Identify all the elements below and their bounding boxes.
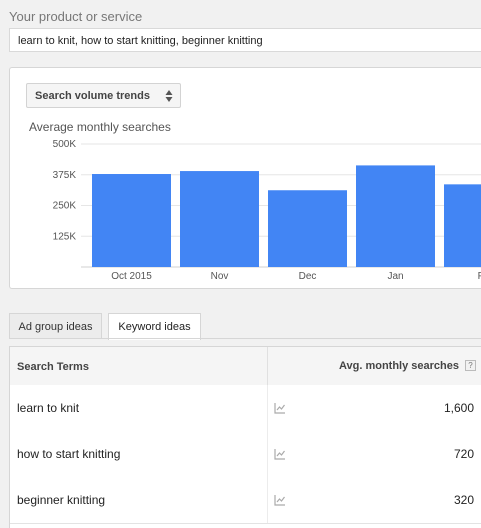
- trend-chart-icon[interactable]: [274, 494, 286, 506]
- search-term: beginner knitting: [17, 493, 106, 507]
- select-label: Search volume trends: [35, 90, 150, 102]
- x-tick-label: Nov: [211, 271, 229, 282]
- bar: [180, 171, 259, 267]
- y-tick-label: 375K: [53, 170, 77, 181]
- search-term: how to start knitting: [17, 447, 121, 461]
- table-header: Search Terms Avg. monthly searches ?: [10, 347, 481, 386]
- header-avg-monthly-searches[interactable]: Avg. monthly searches: [339, 360, 459, 372]
- bar: [268, 190, 347, 267]
- x-tick-label: Fe: [478, 271, 481, 282]
- product-label: Your product or service: [9, 9, 143, 24]
- chart-panel: 500K 375K 250K 125K Oct 2015 Nov Dec Jan Fe Sear…: [9, 67, 481, 289]
- tab-divider: [9, 338, 481, 339]
- avg-monthly-searches: 720: [453, 447, 474, 461]
- column-divider: [267, 385, 268, 431]
- avg-monthly-searches: 1,600: [443, 401, 474, 415]
- bar: [92, 174, 171, 267]
- avg-monthly-searches: 320: [453, 493, 474, 507]
- trend-chart-icon[interactable]: [274, 402, 286, 414]
- search-term: learn to knit: [17, 401, 80, 415]
- y-tick-label: 250K: [53, 201, 77, 212]
- search-volume-trends-select[interactable]: Search volume trends: [26, 83, 181, 108]
- header-search-terms[interactable]: Search Terms: [17, 361, 89, 373]
- y-tick-label: 500K: [53, 139, 77, 150]
- help-icon[interactable]: ?: [465, 360, 476, 371]
- trend-chart-icon[interactable]: [274, 448, 286, 460]
- table-row: how to start knitting 720: [10, 431, 481, 478]
- x-tick-label: Jan: [387, 271, 403, 282]
- x-tick-label: Oct 2015: [111, 271, 152, 282]
- table-row: beginner knitting 320: [10, 477, 481, 524]
- column-divider: [267, 347, 268, 385]
- up-down-arrows-icon: [165, 90, 173, 102]
- bar: [444, 184, 481, 267]
- tab-keyword-ideas[interactable]: Keyword ideas: [108, 313, 201, 340]
- chart-title: Average monthly searches: [29, 120, 171, 134]
- x-tick-label: Dec: [299, 271, 317, 282]
- table-row: learn to knit 1,600: [10, 385, 481, 432]
- keyword-table: Search Terms Avg. monthly searches ? lea…: [9, 346, 481, 528]
- column-divider: [267, 431, 268, 477]
- column-divider: [267, 477, 268, 523]
- product-input[interactable]: learn to knit, how to start knitting, be…: [9, 28, 481, 52]
- y-tick-label: 125K: [53, 231, 77, 242]
- bar: [356, 165, 435, 267]
- tab-ad-group-ideas[interactable]: Ad group ideas: [9, 313, 102, 339]
